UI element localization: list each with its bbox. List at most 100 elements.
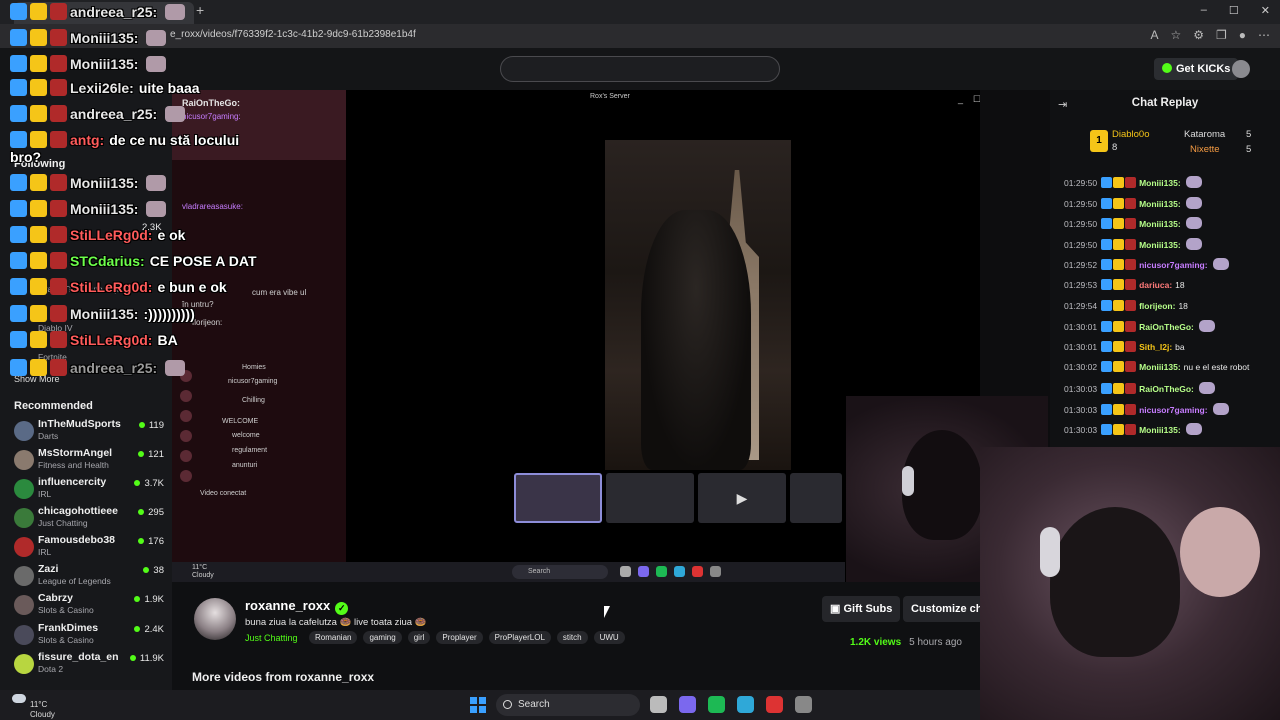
channel-name[interactable]: roxanne_roxx ✓ [245,598,349,615]
sidebar-item-zazi[interactable]: Zazi League of Legends 38 [14,563,164,589]
chat-username[interactable]: nicusor7gaming: [1139,405,1207,415]
chat-username[interactable]: Moniii135: [1139,219,1181,229]
chat-username[interactable]: Moniii135: [1139,240,1181,250]
avatar [14,508,34,528]
overlay-username: STCdarius: [70,253,145,269]
discord-window-controls: _ ☐ ✕ [958,94,980,105]
more-icon[interactable]: ⋯ [1258,28,1270,42]
emote-icon [50,359,67,376]
new-tab-button[interactable]: + [196,2,204,18]
inner-weather-label: Cloudy [192,572,214,579]
chat-username[interactable]: Moniii135: [1139,199,1181,209]
tag-list: Romanian gaming girl Proplayer ProPlayer… [309,631,625,644]
address-bar: e_roxx/videos/f76339f2-1c3c-41b2-9dc9-61… [0,24,1280,48]
overlay-message: CE POSE A DAT [149,253,257,269]
discord-icon[interactable] [679,696,696,713]
emote-icon [1125,340,1137,352]
customize-button[interactable]: Customize ch [903,596,980,622]
crown-icon [30,252,47,269]
chat-message: 01:29:50 Moniii135: [1064,196,1202,211]
tag[interactable]: girl [407,631,431,644]
taskbar-search[interactable]: Search [496,694,640,716]
sidebar-item-inthemudsports[interactable]: InTheMudSports Darts 119 [14,418,164,444]
gift-subs-button[interactable]: ▣ Gift Subs [822,596,901,622]
sidebar-item-frankdimes[interactable]: FrankDimes Slots & Casino 2.4K [14,622,164,648]
channel-category-label: WELCOME [222,418,259,425]
tag[interactable]: Proplayer [436,631,483,644]
avatar [14,595,34,615]
server-icon[interactable] [180,470,192,482]
chat-username[interactable]: RaiOnTheGo: [1139,322,1194,332]
spotify-icon[interactable] [708,696,725,713]
chat-message: 01:29:53 dariuca: 18 [1064,279,1185,293]
tag[interactable]: UWU [593,631,625,644]
tag[interactable]: gaming [363,631,402,644]
url-field[interactable]: e_roxx/videos/f76339f2-1c3c-41b2-9dc9-61… [170,29,416,40]
minimize-button[interactable]: – [1201,4,1207,17]
participant-thumb[interactable] [606,473,694,523]
profile-icon[interactable]: ● [1239,28,1246,42]
sidebar-item-cabrzy[interactable]: Cabrzy Slots & Casino 1.9K [14,592,164,618]
emote-icon [50,200,67,217]
collections-icon[interactable]: ❐ [1216,28,1227,42]
minimize-icon[interactable]: _ [958,94,963,105]
os-taskbar: 11°C Cloudy Search [0,690,980,720]
voice-channel-label: Chilling [242,397,265,404]
server-icon[interactable] [180,390,192,402]
participant-thumb[interactable] [790,473,842,523]
category-link[interactable]: Just Chatting [245,633,298,643]
chat-username[interactable]: Sith_I2j: [1139,342,1172,352]
file-explorer-icon[interactable] [650,696,667,713]
badge-icon [10,79,27,96]
sidebar-item-influencercity[interactable]: influencercity IRL 3.7K [14,476,164,502]
sidebar-item-fissure-dota-en[interactable]: fissure_dota_en Dota 2 11.9K [14,651,164,677]
app-icon[interactable] [766,696,783,713]
badge-icon [10,131,27,148]
channel-category: Dota 2 [38,664,64,674]
obs-icon[interactable] [795,696,812,713]
extensions-icon[interactable]: ⚙ [1193,28,1204,42]
maximize-button[interactable]: ☐ [1229,4,1239,17]
chat-title: Chat Replay [1131,97,1199,109]
tag[interactable]: Romanian [309,631,358,644]
webcam-overlay-large [980,447,1280,720]
read-aloud-icon[interactable]: A [1150,28,1158,42]
sidebar-item-chicagohottieee[interactable]: chicagohottieee Just Chatting 295 [14,505,164,531]
inner-weather-temp: 11°C [192,564,208,571]
chat-username[interactable]: Moniii135: [1139,178,1181,188]
favorite-star-icon[interactable]: ☆ [1170,28,1181,42]
camera-icon[interactable]: ▶ [698,473,786,523]
verified-icon: ✓ [335,602,349,615]
view-count: 1.2K views [850,637,902,648]
participant-thumb[interactable] [514,473,602,523]
crown-icon [30,278,47,295]
maximize-icon[interactable]: ☐ [973,94,980,105]
tag[interactable]: stitch [556,631,588,644]
edge-icon[interactable] [737,696,754,713]
chat-username[interactable]: Moniii135: [1139,425,1181,435]
server-icon[interactable] [180,430,192,442]
server-icon[interactable] [180,450,192,462]
tag[interactable]: ProPlayerLOL [488,631,551,644]
chat-username[interactable]: dariuca: [1139,280,1172,290]
emote-icon [1125,424,1137,436]
sidebar-item-msstormangel[interactable]: MsStormAngel Fitness and Health 121 [14,447,164,473]
viewer-count: 176 [138,536,164,547]
chat-username[interactable]: Moniii135: [1139,362,1181,372]
voice-channel-label: Homies [242,364,266,371]
crown-icon [30,174,47,191]
sidebar-item-famousdebo38[interactable]: Famousdebo38 IRL 176 [14,534,164,560]
emote-icon [1185,196,1202,209]
server-icon[interactable] [180,410,192,422]
viewer-count: 2.4K [134,624,164,635]
weather-widget[interactable]: 11°C Cloudy [12,694,55,720]
windows-start-icon[interactable] [470,697,486,713]
chat-username[interactable]: nicusor7gaming: [1139,260,1207,270]
close-button[interactable]: ✕ [1261,4,1270,17]
chat-username[interactable]: RaiOnTheGo: [1139,384,1194,394]
get-kicks-button[interactable]: Get KICKs [1154,58,1239,80]
chat-username[interactable]: florijeon: [1139,301,1175,311]
search-input[interactable] [500,56,780,82]
user-avatar[interactable] [1232,60,1250,78]
channel-avatar[interactable] [194,598,236,640]
